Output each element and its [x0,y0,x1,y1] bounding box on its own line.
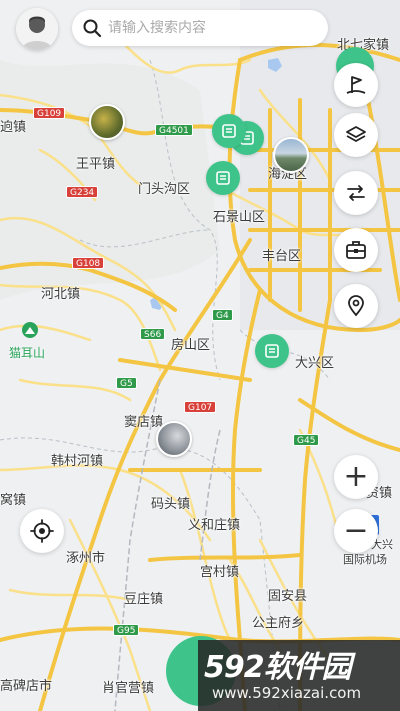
location-pin-button[interactable] [334,284,378,328]
zoom-out-button[interactable]: − [334,509,378,553]
zoom-out-label: − [343,513,369,548]
place-label: 韩村河镇 [51,454,104,469]
locate-crosshair-icon [30,519,54,543]
road-badge: G234 [66,186,99,198]
watermark-url: www.592xiazai.com [212,684,362,702]
place-label: 涿州市 [66,551,106,566]
road-badge: G45 [293,434,320,446]
place-label: 丰台区 [262,249,302,264]
note-marker[interactable] [212,114,246,148]
photo-marker[interactable] [89,104,125,140]
place-label: 固安县 [268,589,308,604]
watermark: 592软件园 www.592xiazai.com [198,640,400,711]
photo-marker[interactable] [273,137,309,173]
toolbox-button[interactable] [334,228,378,272]
road-badge: G109 [33,107,66,119]
place-label: 石景山区 [213,210,266,225]
photo-marker[interactable] [156,421,192,457]
avatar[interactable] [16,8,58,50]
place-label: 房山区 [171,338,211,353]
note-marker-icon [265,344,279,358]
airport-label-line2: 国际机场 [343,553,387,566]
road-badge: G4501 [155,124,193,136]
place-label: 门头沟区 [138,182,191,197]
flag-landmark-icon [346,76,366,94]
road-badge: G95 [113,624,140,636]
note-marker[interactable] [255,334,289,368]
place-label: 河北镇 [41,287,81,302]
place-label: 码头镇 [151,497,191,512]
note-marker-icon [216,171,230,185]
road-badge: S66 [140,328,166,340]
place-label: 窝镇 [0,493,27,508]
zoom-in-label: + [343,459,369,494]
route-button[interactable] [334,171,378,215]
place-label: 肖官营镇 [102,681,155,696]
search-input[interactable] [108,20,308,36]
place-label: 窦店镇 [124,415,164,430]
layers-button[interactable] [334,113,378,157]
search-bar[interactable] [72,10,328,46]
locate-button[interactable] [20,509,64,553]
poi-label: 猫耳山 [9,346,46,360]
search-icon [83,19,102,38]
road-badge: G5 [116,377,137,389]
place-label: 豆庄镇 [124,592,164,607]
place-label: 大兴区 [295,356,335,371]
layers-icon [346,126,366,142]
road-badge: G4 [212,309,233,321]
road-badge: G108 [72,257,105,269]
place-label: 高碑店市 [0,679,53,694]
toolbox-icon [346,241,366,259]
place-label: 义和庄镇 [188,518,241,533]
watermark-brand: 592软件园 [204,650,352,685]
place-label: 王平镇 [76,157,116,172]
user-avatar-icon [16,8,58,50]
route-icon [347,185,365,201]
place-label: 宫村镇 [200,565,240,580]
zoom-in-button[interactable]: + [334,455,378,499]
road-badge: G107 [184,401,217,413]
map-app: 北七家镇 逈镇 王平镇 门头沟区 海淀区 石景山区 丰台区 河北镇 猫耳山 房山… [0,0,400,711]
note-marker[interactable] [206,161,240,195]
place-label: 公主府乡 [252,616,305,631]
place-label: 逈镇 [0,120,27,135]
flag-button[interactable] [334,63,378,107]
location-pin-icon [348,295,364,317]
note-marker-icon [222,124,236,138]
